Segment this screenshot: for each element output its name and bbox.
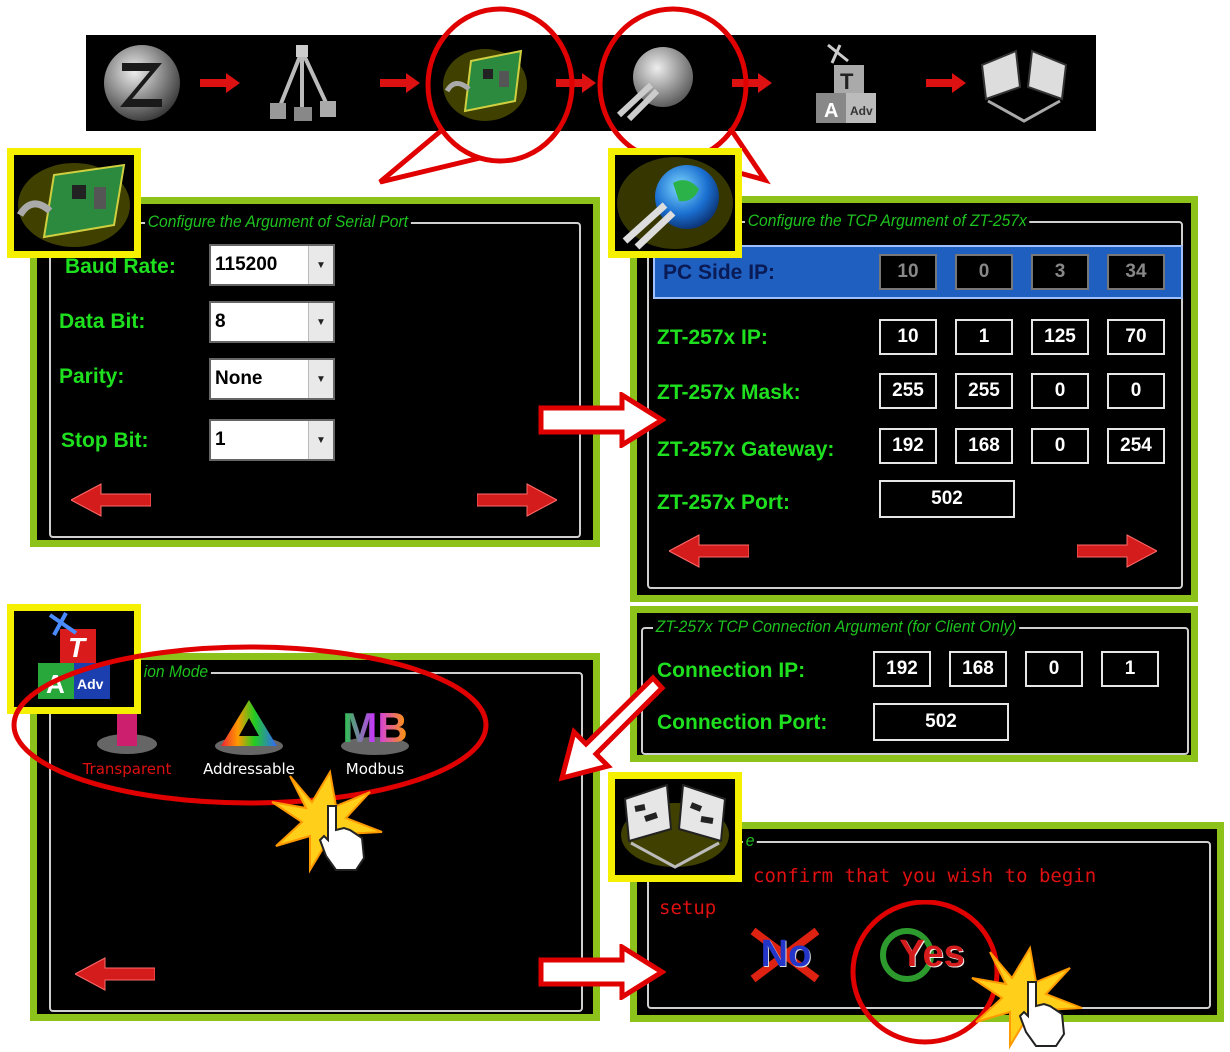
pc-ip-label: PC Side IP: xyxy=(663,261,776,284)
next-arrow-button[interactable] xyxy=(477,482,557,518)
data-bit-label: Data Bit: xyxy=(59,310,146,333)
chevron-down-icon[interactable]: ▼ xyxy=(308,421,333,459)
svg-text:Adv: Adv xyxy=(850,104,873,118)
serial-step-badge xyxy=(7,148,141,258)
click-pointer-icon xyxy=(270,766,400,876)
confirm-message-line2: setup xyxy=(659,897,717,919)
baud-rate-value: 115200 xyxy=(215,254,278,275)
chevron-down-icon[interactable]: ▼ xyxy=(308,303,333,341)
pc-ip-octet[interactable]: 3 xyxy=(1031,254,1089,290)
mode-highlight-ellipse-icon xyxy=(11,644,489,806)
data-bit-select[interactable]: 8 ▼ xyxy=(209,301,335,343)
zt-ip-label: ZT-257x IP: xyxy=(657,326,768,349)
baud-rate-select[interactable]: 115200 ▼ xyxy=(209,244,335,286)
serial-card-icon xyxy=(16,163,130,247)
connection-port-input[interactable]: 502 xyxy=(873,703,1009,741)
zt-mask-octet[interactable]: 0 xyxy=(1107,373,1165,409)
connection-ip-octet[interactable]: 0 xyxy=(1025,651,1083,687)
zt-ip-octet[interactable]: 10 xyxy=(879,319,937,355)
zt-ip-octet[interactable]: 125 xyxy=(1031,319,1089,355)
pc-ip-octet[interactable]: 0 xyxy=(955,254,1013,290)
step-arrow-icon xyxy=(926,73,966,93)
zt-ip-octet[interactable]: 1 xyxy=(955,319,1013,355)
cables-icon[interactable] xyxy=(258,41,346,125)
zt-mask-octet[interactable]: 255 xyxy=(879,373,937,409)
step-arrow-icon xyxy=(200,73,240,93)
svg-text:T: T xyxy=(840,69,854,94)
stop-bit-select[interactable]: 1 ▼ xyxy=(209,419,335,461)
client-legend: ZT-257x TCP Connection Argument (for Cli… xyxy=(653,617,1020,637)
zt-mask-octet[interactable]: 0 xyxy=(1031,373,1089,409)
zt-ip-octet[interactable]: 70 xyxy=(1107,319,1165,355)
parity-select[interactable]: None ▼ xyxy=(209,358,335,400)
pc-ip-octet[interactable]: 10 xyxy=(879,254,937,290)
stop-bit-value: 1 xyxy=(215,429,226,450)
svg-text:A: A xyxy=(824,100,838,122)
zt-port-input[interactable]: 502 xyxy=(879,480,1015,518)
serial-legend: Configure the Argument of Serial Port xyxy=(145,212,411,232)
flow-arrow-icon xyxy=(538,944,666,1000)
pc-ip-octet[interactable]: 34 xyxy=(1107,254,1165,290)
flow-arrow-icon xyxy=(548,670,668,785)
zt-mask-octet[interactable]: 255 xyxy=(955,373,1013,409)
zt-gateway-octet[interactable]: 0 xyxy=(1031,428,1089,464)
network-globe-icon xyxy=(617,157,733,250)
zt-gateway-octet[interactable]: 168 xyxy=(955,428,1013,464)
back-arrow-button[interactable] xyxy=(71,482,151,518)
zt-port-label: ZT-257x Port: xyxy=(657,491,791,514)
zt-mask-label: ZT-257x Mask: xyxy=(657,381,801,404)
connection-ip-label: Connection IP: xyxy=(657,659,806,682)
connection-ip-octet[interactable]: 168 xyxy=(949,651,1007,687)
back-arrow-button[interactable] xyxy=(669,533,749,569)
back-arrow-button[interactable] xyxy=(75,956,155,992)
data-bit-value: 8 xyxy=(215,311,226,332)
confirm-legend: e xyxy=(743,831,758,851)
mode-cube-icon[interactable]: T A Adv xyxy=(798,41,886,125)
baud-rate-label: Baud Rate: xyxy=(65,255,176,278)
tcp-legend: Configure the TCP Argument of ZT-257x xyxy=(745,211,1030,231)
parity-label: Parity: xyxy=(59,365,125,388)
zt-gateway-label: ZT-257x Gateway: xyxy=(657,438,835,461)
zt-logo-icon[interactable] xyxy=(98,41,186,125)
finish-flags-icon xyxy=(621,783,729,869)
zt-gateway-octet[interactable]: 254 xyxy=(1107,428,1165,464)
chevron-down-icon[interactable]: ▼ xyxy=(308,246,333,284)
client-connection-panel: ZT-257x TCP Connection Argument (for Cli… xyxy=(630,606,1198,762)
click-pointer-icon xyxy=(970,942,1100,1052)
flow-arrow-icon xyxy=(538,392,666,448)
connection-port-label: Connection Port: xyxy=(657,711,828,734)
confirm-message-line1: confirm that you wish to begin xyxy=(753,865,1097,887)
confirm-step-badge xyxy=(608,772,742,882)
no-button[interactable]: No xyxy=(745,925,825,985)
next-arrow-button[interactable] xyxy=(1077,533,1157,569)
stop-bit-label: Stop Bit: xyxy=(61,429,149,452)
tcp-step-badge xyxy=(608,148,742,258)
no-label: No xyxy=(760,933,812,975)
connection-ip-octet[interactable]: 1 xyxy=(1101,651,1159,687)
connection-ip-octet[interactable]: 192 xyxy=(873,651,931,687)
finish-flags-icon[interactable] xyxy=(974,41,1068,125)
chevron-down-icon[interactable]: ▼ xyxy=(308,360,333,398)
parity-value: None xyxy=(215,368,263,389)
zt-gateway-octet[interactable]: 192 xyxy=(879,428,937,464)
